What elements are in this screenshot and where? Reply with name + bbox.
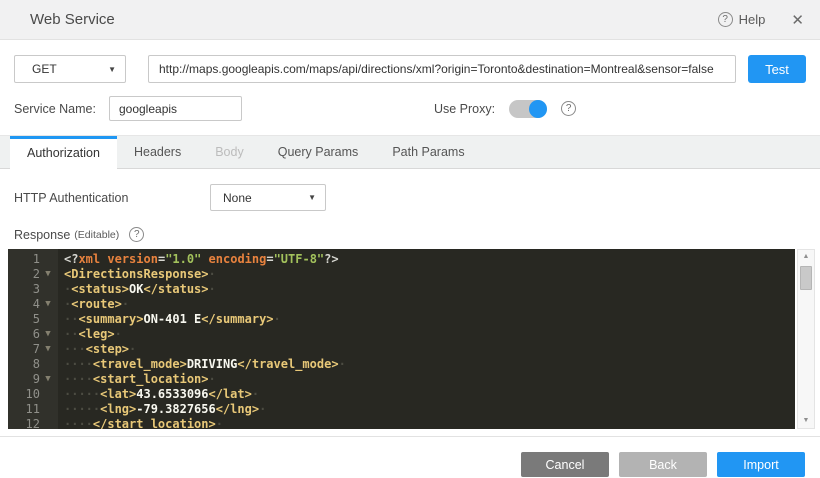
fold-arrow-icon[interactable]: ▼ xyxy=(40,267,56,282)
use-proxy-toggle[interactable] xyxy=(509,100,547,118)
help-label: Help xyxy=(739,12,766,27)
proxy-help-icon[interactable]: ? xyxy=(561,101,576,116)
line-number: 3 xyxy=(8,282,40,297)
line-number: 7 xyxy=(8,342,40,357)
tab-headers[interactable]: Headers xyxy=(117,136,198,168)
tab-query-params[interactable]: Query Params xyxy=(261,136,376,168)
editor-line: 1<?xml version="1.0" encoding="UTF-8"?> xyxy=(8,252,795,267)
editor-line: 12····</start_location>· xyxy=(8,417,795,429)
web-service-dialog: Web Service ? Help ✕ GET ▼ Test Service … xyxy=(0,0,820,478)
line-number: 2 xyxy=(8,267,40,282)
dialog-header: Web Service ? Help ✕ xyxy=(0,0,820,40)
tab-bar: AuthorizationHeadersBodyQuery ParamsPath… xyxy=(0,135,820,169)
response-help-icon[interactable]: ? xyxy=(129,227,144,242)
tab-body: Body xyxy=(198,136,261,168)
editor-scrollbar[interactable]: ▲ ▼ xyxy=(797,249,815,429)
response-label: Response xyxy=(14,228,70,242)
fold-arrow-icon[interactable]: ▼ xyxy=(40,297,56,312)
editor-line: 10·····<lat>43.6533096</lat>· xyxy=(8,387,795,402)
request-url-row: GET ▼ Test xyxy=(14,55,806,83)
response-header-row: Response (Editable) ? xyxy=(14,227,806,242)
tab-authorization[interactable]: Authorization xyxy=(10,136,117,169)
chevron-down-icon: ▼ xyxy=(308,193,316,202)
url-input[interactable] xyxy=(148,55,736,83)
chevron-down-icon: ▼ xyxy=(108,65,116,74)
editor-line: 6▼··<leg>· xyxy=(8,327,795,342)
footer-actions: Cancel Back Import xyxy=(0,437,820,477)
fold-arrow-icon xyxy=(40,312,56,327)
toggle-knob xyxy=(529,100,547,118)
line-number: 9 xyxy=(8,372,40,387)
line-number: 6 xyxy=(8,327,40,342)
import-button[interactable]: Import xyxy=(717,452,805,477)
use-proxy-label: Use Proxy: xyxy=(434,102,495,116)
http-auth-value: None xyxy=(223,191,252,205)
method-select[interactable]: GET ▼ xyxy=(14,55,126,83)
line-number: 1 xyxy=(8,252,40,267)
line-number: 10 xyxy=(8,387,40,402)
back-button[interactable]: Back xyxy=(619,452,707,477)
line-number: 5 xyxy=(8,312,40,327)
fold-arrow-icon xyxy=(40,252,56,267)
help-circle-icon: ? xyxy=(718,12,733,27)
editor-line: 7▼···<step>· xyxy=(8,342,795,357)
response-code-editor[interactable]: 1<?xml version="1.0" encoding="UTF-8"?>2… xyxy=(8,249,795,429)
editor-line: 9▼····<start_location>· xyxy=(8,372,795,387)
fold-arrow-icon xyxy=(40,387,56,402)
fold-arrow-icon[interactable]: ▼ xyxy=(40,372,56,387)
fold-arrow-icon xyxy=(40,402,56,417)
editor-line: 8····<travel_mode>DRIVING</travel_mode>· xyxy=(8,357,795,372)
scroll-down-icon[interactable]: ▼ xyxy=(803,414,810,428)
service-name-input[interactable] xyxy=(109,96,242,121)
editor-line: 5··<summary>ON-401 E</summary>· xyxy=(8,312,795,327)
method-value: GET xyxy=(32,62,57,76)
response-editor-wrap: 1<?xml version="1.0" encoding="UTF-8"?>2… xyxy=(8,249,815,429)
fold-arrow-icon[interactable]: ▼ xyxy=(40,342,56,357)
editor-lines: 1<?xml version="1.0" encoding="UTF-8"?>2… xyxy=(8,252,795,429)
tab-path-params[interactable]: Path Params xyxy=(375,136,481,168)
line-number: 4 xyxy=(8,297,40,312)
line-number: 12 xyxy=(8,417,40,429)
fold-arrow-icon xyxy=(40,357,56,372)
page-title: Web Service xyxy=(30,11,718,28)
fold-arrow-icon xyxy=(40,282,56,297)
http-auth-row: HTTP Authentication None ▼ xyxy=(14,184,806,211)
test-button[interactable]: Test xyxy=(748,55,806,83)
line-number: 8 xyxy=(8,357,40,372)
request-config: GET ▼ Test Service Name: Use Proxy: ? xyxy=(0,40,820,121)
scrollbar-thumb[interactable] xyxy=(800,266,812,290)
line-number: 11 xyxy=(8,402,40,417)
help-button[interactable]: ? Help xyxy=(718,12,766,27)
response-editable-label: (Editable) xyxy=(74,229,119,241)
editor-line: 11·····<lng>-79.3827656</lng>· xyxy=(8,402,795,417)
editor-line: 4▼·<route>· xyxy=(8,297,795,312)
close-icon[interactable]: ✕ xyxy=(791,11,804,29)
fold-arrow-icon[interactable]: ▼ xyxy=(40,327,56,342)
cancel-button[interactable]: Cancel xyxy=(521,452,609,477)
editor-line: 3·<status>OK</status>· xyxy=(8,282,795,297)
editor-line: 2▼<DirectionsResponse>· xyxy=(8,267,795,282)
http-auth-select[interactable]: None ▼ xyxy=(210,184,326,211)
service-name-row: Service Name: Use Proxy: ? xyxy=(14,96,806,121)
scroll-up-icon[interactable]: ▲ xyxy=(803,250,810,264)
http-auth-label: HTTP Authentication xyxy=(14,191,210,205)
service-name-label: Service Name: xyxy=(14,102,96,116)
fold-arrow-icon xyxy=(40,417,56,429)
